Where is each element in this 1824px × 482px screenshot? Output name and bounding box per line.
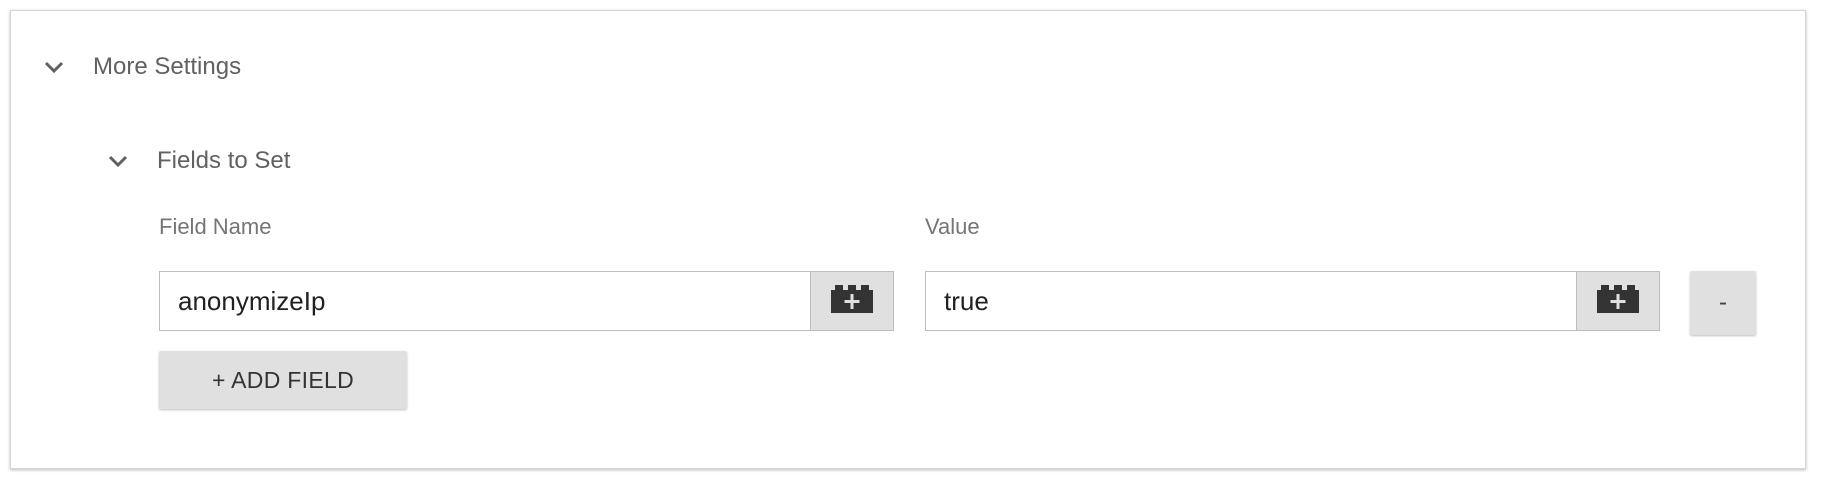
fields-to-set-toggle[interactable]: Fields to Set <box>105 147 290 175</box>
remove-row-button[interactable]: - <box>1690 271 1756 335</box>
value-group <box>925 271 1660 331</box>
field-name-column-label: Field Name <box>159 214 272 239</box>
settings-card: More Settings Fields to Set Field Name V… <box>10 10 1806 469</box>
value-column-label: Value <box>925 214 980 239</box>
field-name-group <box>159 271 894 331</box>
insert-variable-button[interactable] <box>810 272 893 330</box>
chevron-down-icon <box>41 54 67 80</box>
variable-brick-icon <box>830 284 874 319</box>
add-field-button[interactable]: + ADD FIELD <box>159 351 407 409</box>
more-settings-toggle[interactable]: More Settings <box>41 53 241 81</box>
more-settings-title: More Settings <box>93 53 242 80</box>
value-input[interactable] <box>926 272 1576 330</box>
chevron-down-icon <box>105 148 131 174</box>
fields-to-set-title: Fields to Set <box>157 147 291 174</box>
variable-brick-icon <box>1596 284 1640 319</box>
field-name-input[interactable] <box>160 272 810 330</box>
insert-variable-button[interactable] <box>1576 272 1659 330</box>
